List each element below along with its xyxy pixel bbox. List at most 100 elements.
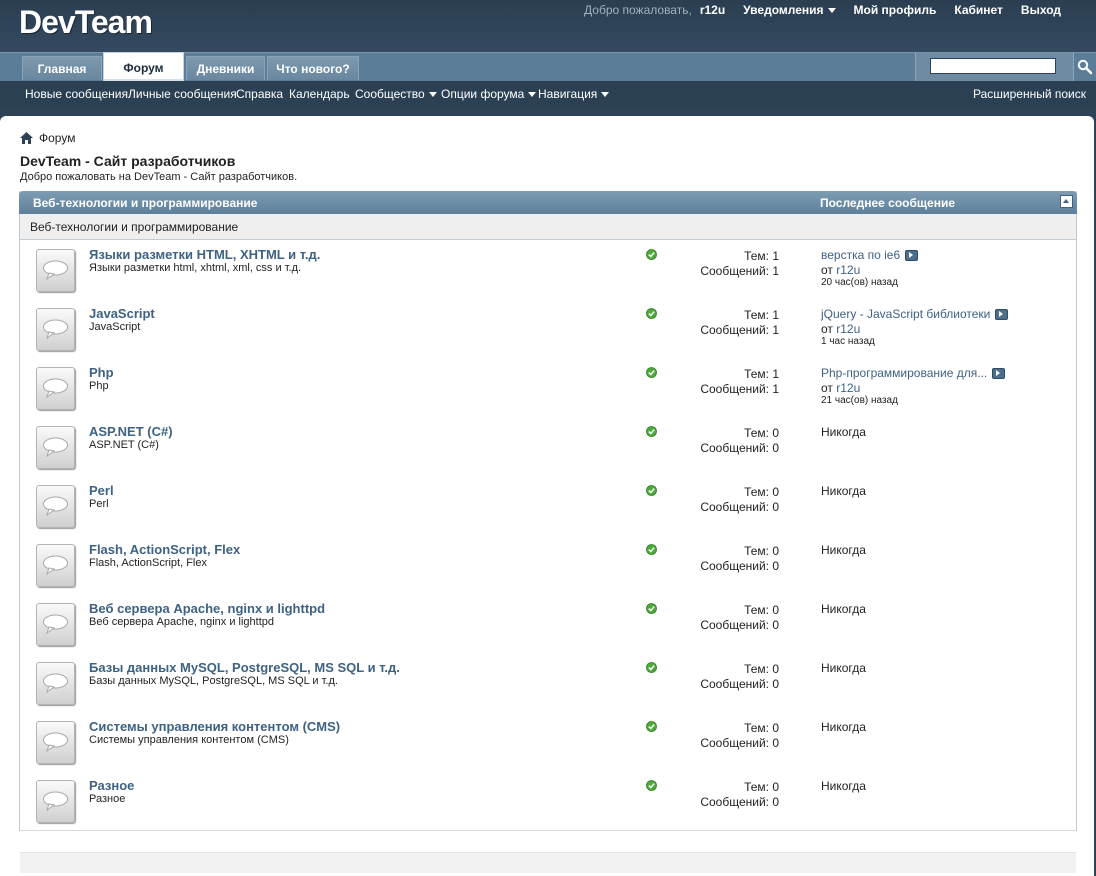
threads-count: Тем: 0	[744, 544, 779, 558]
check-icon	[646, 721, 657, 732]
last-post-header: Последнее сообщение	[820, 196, 955, 210]
home-icon[interactable]	[20, 132, 33, 144]
tab-forum[interactable]: Форум	[103, 52, 184, 81]
help-link[interactable]: Справка	[236, 87, 283, 101]
user-cp-link[interactable]: Кабинет	[954, 3, 1003, 17]
forum-row: JavaScript JavaScript Тем: 1 Сообщений: …	[20, 299, 1076, 359]
last-post-title: jQuery - JavaScript библиотеки	[821, 307, 991, 321]
author-link[interactable]: r12u	[836, 322, 860, 336]
forum-description: Разное	[89, 793, 126, 805]
last-post-link[interactable]: верстка по ie6	[821, 248, 919, 262]
author-link[interactable]: r12u	[836, 381, 860, 395]
speech-bubble-icon	[43, 496, 68, 516]
forum-title[interactable]: Perl	[89, 483, 114, 498]
collapse-icon[interactable]	[1060, 195, 1073, 208]
category-description-text: Веб-технологии и программирование	[30, 220, 239, 234]
search-icon	[1077, 59, 1093, 75]
advanced-search-link[interactable]: Расширенный поиск	[973, 87, 1086, 101]
tab-whats-new[interactable]: Что нового?	[267, 56, 359, 80]
my-profile-link[interactable]: Мой профиль	[854, 3, 937, 17]
forum-row: ASP.NET (C#) ASP.NET (C#) Тем: 0 Сообщен…	[20, 417, 1076, 477]
go-to-post-icon[interactable]	[995, 308, 1009, 320]
forum-title[interactable]: Разное	[89, 778, 134, 793]
forum-title[interactable]: Языки разметки HTML, XHTML и т.д.	[89, 247, 320, 262]
notifications-label: Уведомления	[743, 3, 824, 17]
forum-title[interactable]: Веб сервера Apache, nginx и lighttpd	[89, 601, 325, 616]
forum-description: Php	[89, 380, 109, 392]
forum-title[interactable]: ASP.NET (C#)	[89, 424, 173, 439]
new-posts-link[interactable]: Новые сообщения	[25, 87, 128, 101]
forum-row: Php Php Тем: 1 Сообщений: 1 Php-программ…	[20, 358, 1076, 418]
notifications-link[interactable]: Уведомления	[743, 3, 836, 17]
go-to-post-icon[interactable]	[905, 249, 919, 261]
forum-title[interactable]: JavaScript	[89, 306, 155, 321]
threads-count: Тем: 1	[744, 367, 779, 381]
search-button[interactable]	[1073, 53, 1096, 81]
check-icon	[646, 544, 657, 555]
threads-count: Тем: 1	[744, 249, 779, 263]
posts-count: Сообщений: 1	[700, 264, 779, 278]
last-post-time: 20 час(ов) назад	[821, 277, 898, 288]
check-icon	[646, 426, 657, 437]
site-logo[interactable]: DevTeam	[19, 4, 153, 41]
speech-bubble-icon	[43, 555, 68, 575]
chevron-down-icon	[827, 8, 836, 14]
welcome-text: Добро пожаловать,	[584, 3, 692, 17]
last-post-author: от r12u	[821, 263, 860, 277]
page-title: DevTeam - Сайт разработчиков	[20, 153, 236, 169]
check-icon	[646, 367, 657, 378]
forum-title[interactable]: Базы данных MySQL, PostgreSQL, MS SQL и …	[89, 660, 400, 675]
search-input[interactable]	[930, 58, 1056, 74]
community-label: Сообщество	[355, 87, 425, 101]
check-icon	[646, 308, 657, 319]
username-link[interactable]: r12u	[700, 3, 725, 17]
tab-blogs[interactable]: Дневники	[186, 56, 265, 80]
forum-title[interactable]: Php	[89, 365, 114, 380]
posts-count: Сообщений: 0	[700, 795, 779, 809]
navigation-menu[interactable]: Навигация	[538, 87, 610, 101]
threads-count: Тем: 0	[744, 780, 779, 794]
forum-row: Языки разметки HTML, XHTML и т.д. Языки …	[20, 240, 1076, 300]
check-icon	[646, 249, 657, 260]
last-post-time: 1 час назад	[821, 336, 875, 347]
posts-count: Сообщений: 0	[700, 618, 779, 632]
check-icon	[646, 662, 657, 673]
calendar-link[interactable]: Календарь	[289, 87, 350, 101]
speech-bubble-icon	[43, 732, 68, 752]
logout-link[interactable]: Выход	[1021, 3, 1061, 17]
last-post-title: верстка по ie6	[821, 248, 901, 262]
forum-options-menu[interactable]: Опции форума	[441, 87, 537, 101]
last-post-link[interactable]: jQuery - JavaScript библиотеки	[821, 307, 1009, 321]
last-post-never: Никогда	[821, 425, 866, 439]
threads-count: Тем: 0	[744, 721, 779, 735]
footer-bar	[20, 852, 1076, 873]
private-messages-link[interactable]: Личные сообщения	[128, 87, 237, 101]
last-post-link[interactable]: Php-программирование для...	[821, 366, 1006, 380]
community-menu[interactable]: Сообщество	[355, 87, 437, 101]
tab-bar: Главная Форум Дневники Что нового?	[0, 52, 1096, 82]
forum-icon	[36, 780, 75, 823]
category-title[interactable]: Веб-технологии и программирование	[33, 196, 257, 210]
search-area	[915, 53, 1096, 81]
breadcrumb-forum[interactable]: Форум	[39, 131, 75, 145]
last-post-author: от r12u	[821, 322, 860, 336]
go-to-post-icon[interactable]	[992, 367, 1006, 379]
threads-count: Тем: 0	[744, 426, 779, 440]
chevron-down-icon	[528, 92, 537, 98]
forum-description: Веб сервера Apache, nginx и lighttpd	[89, 616, 274, 628]
forum-icon	[36, 308, 75, 351]
forum-icon	[36, 485, 75, 528]
forum-description: Базы данных MySQL, PostgreSQL, MS SQL и …	[89, 675, 338, 687]
forum-title[interactable]: Системы управления контентом (CMS)	[89, 719, 340, 734]
tab-home[interactable]: Главная	[22, 56, 102, 80]
forum-row: Perl Perl Тем: 0 Сообщений: 0 Никогда	[20, 476, 1076, 536]
last-post-never: Никогда	[821, 602, 866, 616]
by-label: от	[821, 263, 837, 277]
forum-options-label: Опции форума	[441, 87, 525, 101]
forum-title[interactable]: Flash, ActionScript, Flex	[89, 542, 240, 557]
forum-row: Системы управления контентом (CMS) Систе…	[20, 712, 1076, 772]
speech-bubble-icon	[43, 260, 68, 280]
speech-bubble-icon	[43, 319, 68, 339]
author-link[interactable]: r12u	[836, 263, 860, 277]
check-icon	[646, 485, 657, 496]
